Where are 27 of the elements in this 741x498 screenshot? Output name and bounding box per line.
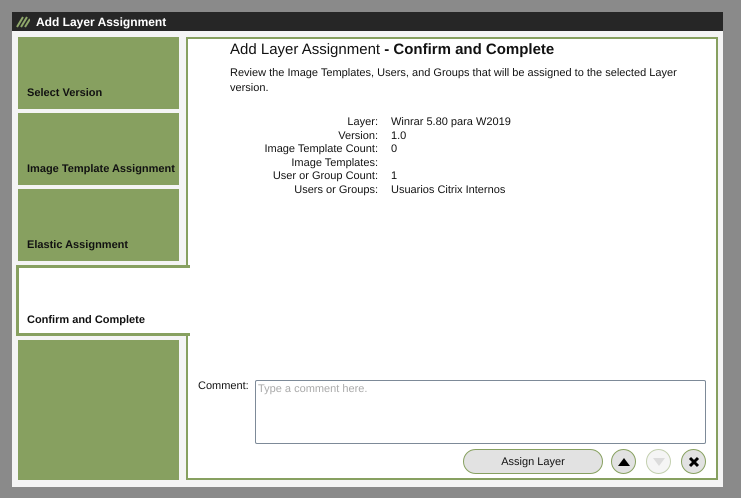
summary-label: Image Template Count: xyxy=(263,143,378,157)
description: Review the Image Templates, Users, and Groups that will be assigned to the selected Layer version. xyxy=(230,66,678,96)
assign-layer-button[interactable]: Assign Layer xyxy=(463,449,603,474)
summary-label: Image Templates: xyxy=(290,156,378,170)
comment-label: Comment: xyxy=(198,380,249,394)
page-heading: Add Layer Assignment - Confirm and Complete xyxy=(230,41,556,58)
summary-value: 0 xyxy=(391,143,398,157)
logo-icon xyxy=(16,16,30,28)
close-button[interactable] xyxy=(681,449,706,474)
close-icon xyxy=(688,456,700,468)
up-triangle-icon xyxy=(618,458,630,466)
move-up-button[interactable] xyxy=(611,449,636,474)
summary-value: 1.0 xyxy=(391,130,408,144)
comment-field[interactable]: Type a comment here. xyxy=(255,380,706,444)
summary-value: Winrar 5.80 para W2019 xyxy=(391,116,512,130)
window-title: Add Layer Assignment xyxy=(36,14,166,28)
summary-label: Version: xyxy=(337,130,378,144)
wizard-step[interactable]: Confirm and Complete xyxy=(16,265,190,336)
down-triangle-icon xyxy=(652,458,664,466)
summary-label: Users or Groups: xyxy=(293,184,378,198)
summary-label: Layer: xyxy=(346,116,378,130)
wizard-step[interactable]: Elastic Assignment xyxy=(18,189,179,261)
wizard-step[interactable]: Image Template Assignment xyxy=(18,113,179,185)
summary-value: Usuarios Citrix Internos xyxy=(391,184,506,198)
wizard-step[interactable]: Select Version xyxy=(18,37,179,109)
summary-label: User or Group Count: xyxy=(272,170,378,184)
summary-value: 1 xyxy=(391,170,398,184)
